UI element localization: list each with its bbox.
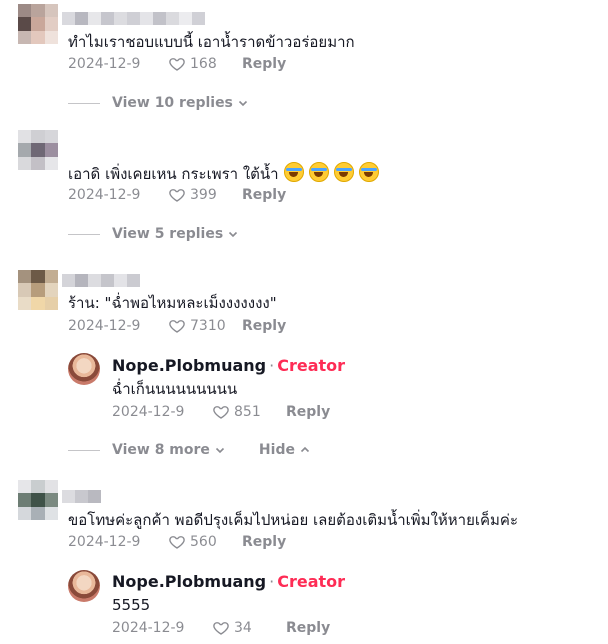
- comment-date: 2024-12-9: [68, 318, 141, 334]
- comment-date: 2024-12-9: [68, 187, 141, 203]
- comment-meta: 2024-12-9 7310 Reply: [68, 317, 286, 335]
- comment-meta: 2024-12-9 399 Reply: [68, 186, 286, 204]
- comment-meta: 2024-12-9 168 Reply: [68, 55, 286, 73]
- like-button[interactable]: 34: [212, 619, 286, 637]
- heart-icon: [169, 536, 185, 549]
- reply-button[interactable]: Reply: [286, 404, 330, 420]
- reply-meta: 2024-12-9 34 Reply: [112, 619, 330, 637]
- reply-date: 2024-12-9: [112, 620, 185, 636]
- username-pixelated[interactable]: [62, 274, 140, 287]
- comment-text: เอาดิ เพิ่งเคยเหน กระเพรา ใต้น้ำ: [68, 162, 379, 184]
- heart-icon: [169, 189, 185, 202]
- creator-avatar[interactable]: [68, 570, 100, 602]
- chevron-down-icon: [238, 100, 247, 107]
- creator-avatar[interactable]: [68, 353, 100, 385]
- avatar[interactable]: [18, 480, 58, 520]
- like-button[interactable]: 399: [168, 186, 242, 204]
- like-count: 168: [190, 56, 217, 72]
- comment-text: ขอโทษค่ะลูกค้า พอดีปรุงเค็มไปหน่อย เลยต้…: [68, 511, 519, 529]
- laughing-emoji-icon: [358, 162, 379, 182]
- heart-icon: [213, 406, 229, 419]
- laughing-emoji-icon: [308, 162, 329, 182]
- comment-text: ร้าน: "ฉ่ำพอไหมหละเม็งงงงงงง": [68, 294, 277, 312]
- divider: [68, 233, 100, 235]
- username-pixelated[interactable]: [62, 490, 101, 503]
- chevron-down-icon: [215, 447, 224, 454]
- creator-username[interactable]: Nope.Plobmuang: [112, 572, 266, 591]
- creator-username[interactable]: Nope.Plobmuang: [112, 356, 266, 375]
- view-more-button[interactable]: View 8 more: [112, 442, 226, 458]
- divider: [68, 449, 100, 451]
- like-button[interactable]: 560: [168, 533, 242, 551]
- divider: [68, 102, 100, 104]
- laughing-emoji-icon: [283, 162, 304, 182]
- reply-button[interactable]: Reply: [242, 56, 286, 72]
- like-button[interactable]: 851: [212, 403, 286, 421]
- chevron-down-icon: [229, 231, 238, 238]
- like-button[interactable]: 7310: [168, 317, 242, 335]
- reply-text: 5555: [112, 596, 151, 614]
- like-button[interactable]: 168: [168, 55, 242, 73]
- comment-text-value: เอาดิ เพิ่งเคยเหน กระเพรา ใต้น้ำ: [68, 165, 279, 183]
- separator-dot: ·: [269, 572, 275, 591]
- reply-text: ฉ่ำเก็นนนนนนนนน: [112, 380, 238, 398]
- comment-meta: 2024-12-9 560 Reply: [68, 533, 286, 551]
- creator-badge: Creator: [277, 356, 346, 375]
- view-more-label[interactable]: View 8 more: [112, 442, 210, 458]
- comment-text: ทำไมเราชอบแบบนี้ เอาน้ำราดข้าวอร่อยมาก: [68, 33, 355, 51]
- hide-button[interactable]: Hide: [259, 442, 311, 458]
- comment-date: 2024-12-9: [68, 56, 141, 72]
- like-count: 7310: [190, 318, 226, 334]
- separator-dot: ·: [269, 356, 275, 375]
- like-count: 399: [190, 187, 217, 203]
- like-count: 34: [234, 620, 252, 636]
- like-count: 560: [190, 534, 217, 550]
- heart-icon: [169, 58, 185, 71]
- creator-header: Nope.Plobmuang · Creator: [112, 356, 345, 376]
- reply-meta: 2024-12-9 851 Reply: [112, 403, 330, 421]
- creator-badge: Creator: [277, 572, 346, 591]
- creator-header: Nope.Plobmuang · Creator: [112, 572, 345, 592]
- avatar[interactable]: [18, 130, 58, 170]
- heart-icon: [213, 622, 229, 635]
- view-replies-label[interactable]: View 5 replies: [112, 226, 223, 242]
- avatar[interactable]: [18, 270, 58, 310]
- view-replies-label[interactable]: View 10 replies: [112, 95, 233, 111]
- reply-date: 2024-12-9: [112, 404, 185, 420]
- hide-label[interactable]: Hide: [259, 442, 295, 458]
- reply-button[interactable]: Reply: [242, 187, 286, 203]
- like-count: 851: [234, 404, 261, 420]
- view-replies[interactable]: View 10 replies: [68, 95, 249, 111]
- view-replies[interactable]: View 5 replies: [68, 226, 239, 242]
- avatar[interactable]: [18, 4, 58, 44]
- laughing-emoji-icon: [333, 162, 354, 182]
- replies-controls: View 8 more Hide: [68, 442, 311, 458]
- chevron-up-icon: [300, 446, 310, 453]
- comment-date: 2024-12-9: [68, 534, 141, 550]
- reply-button[interactable]: Reply: [242, 318, 286, 334]
- heart-icon: [169, 320, 185, 333]
- username-pixelated[interactable]: [62, 12, 205, 25]
- reply-button[interactable]: Reply: [242, 534, 286, 550]
- reply-button[interactable]: Reply: [286, 620, 330, 636]
